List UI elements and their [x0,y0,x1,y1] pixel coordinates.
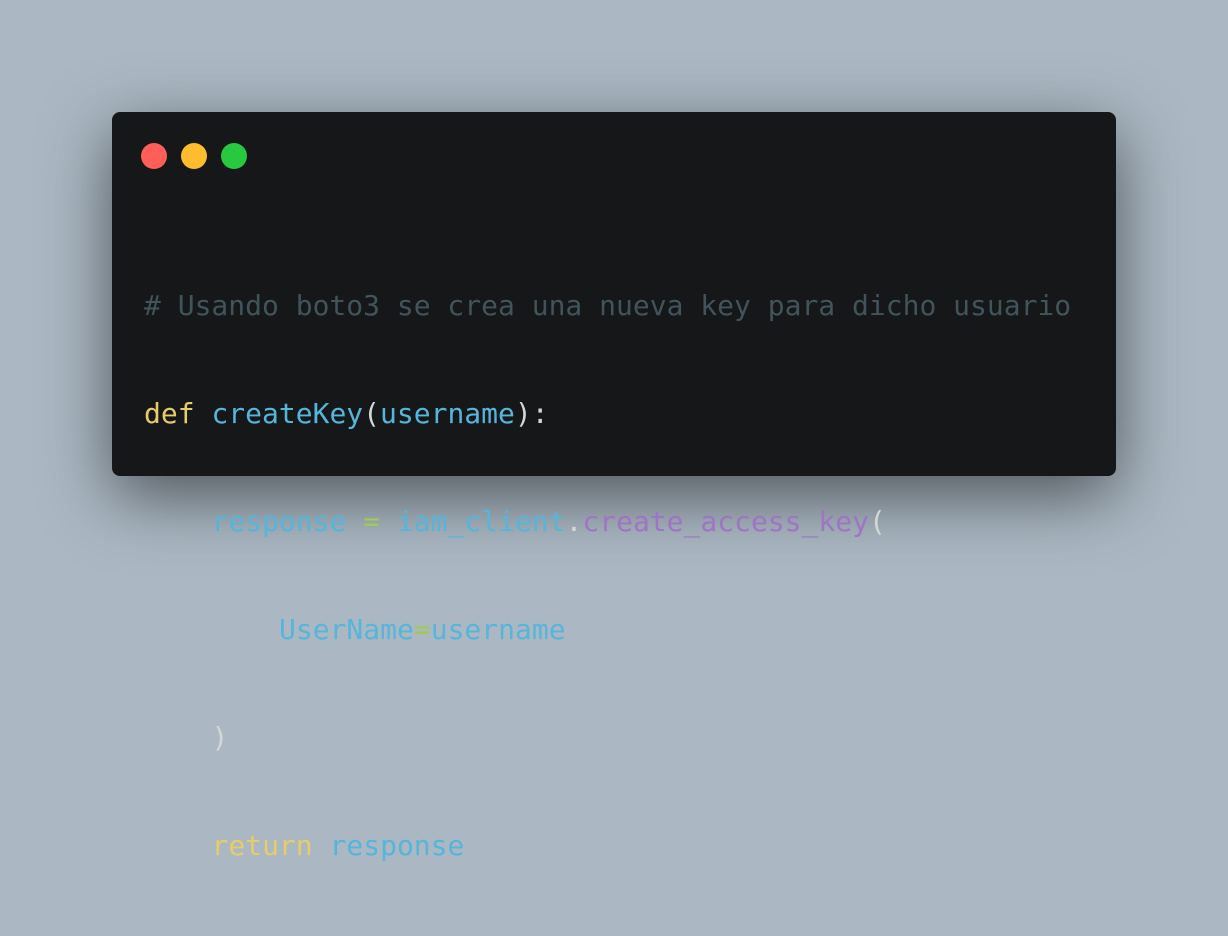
close-dot-icon[interactable] [141,143,167,169]
code-line-2: def createKey(username): [144,396,1071,432]
code-line-6: return response [144,828,1071,864]
dot-operator: . [565,505,583,538]
close-paren-colon: ): [514,397,549,430]
code-line-4: UserName=username [144,612,1071,648]
code-line-5: ) [144,720,1071,756]
client-object: iam_client [396,505,566,538]
minimize-dot-icon[interactable] [181,143,207,169]
open-paren: ( [363,397,381,430]
return-value: response [329,829,465,862]
kwarg-value: username [430,613,566,646]
param-name: username [380,397,515,430]
maximize-dot-icon[interactable] [221,143,247,169]
return-keyword: return [211,829,313,862]
kwarg-name: UserName [279,613,414,646]
code-block: # Usando boto3 se crea una nueva key par… [144,216,1071,936]
function-name: createKey [211,397,364,430]
equals-operator: = [413,613,431,646]
open-paren: ( [868,505,886,538]
comment-text: # Usando boto3 se crea una nueva key par… [144,289,1072,322]
code-window: # Usando boto3 se crea una nueva key par… [112,112,1116,862]
close-paren: ) [211,721,229,754]
method-name: create_access_key [582,505,869,538]
def-keyword: def [144,397,195,430]
assign-operator: = [363,505,381,538]
response-variable: response [211,505,347,538]
code-line-1: # Usando boto3 se crea una nueva key par… [144,288,1071,324]
code-line-3: response = iam_client.create_access_key( [144,504,1071,540]
